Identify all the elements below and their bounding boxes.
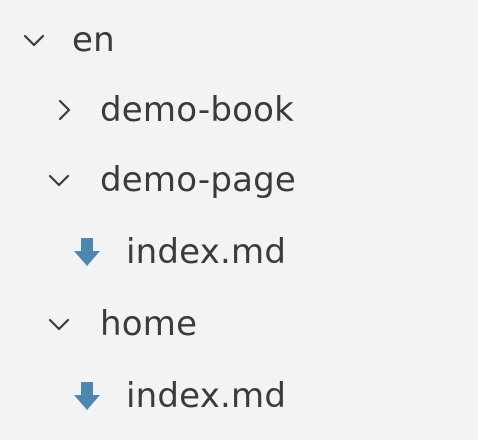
tree-folder-en[interactable]: en <box>0 8 478 72</box>
markdown-download-icon <box>72 380 102 412</box>
file-explorer-tree: en demo-book demo-page index.md home ind… <box>0 0 478 440</box>
tree-item-label: index.md <box>126 376 287 416</box>
tree-folder-demo-page[interactable]: demo-page <box>0 148 478 212</box>
tree-item-label: index.md <box>126 232 287 272</box>
markdown-download-icon <box>72 236 102 268</box>
chevron-down-icon <box>47 312 71 336</box>
tree-file-index-md[interactable]: index.md <box>0 220 478 284</box>
chevron-right-icon <box>52 98 76 122</box>
tree-file-index-md[interactable]: index.md <box>0 364 478 428</box>
tree-item-label: en <box>72 20 115 60</box>
tree-item-label: home <box>100 304 198 344</box>
tree-item-label: demo-page <box>100 160 297 200</box>
tree-folder-demo-book[interactable]: demo-book <box>0 78 478 142</box>
chevron-down-icon <box>47 168 71 192</box>
tree-folder-home[interactable]: home <box>0 292 478 356</box>
chevron-down-icon <box>22 28 46 52</box>
tree-item-label: demo-book <box>100 90 294 130</box>
